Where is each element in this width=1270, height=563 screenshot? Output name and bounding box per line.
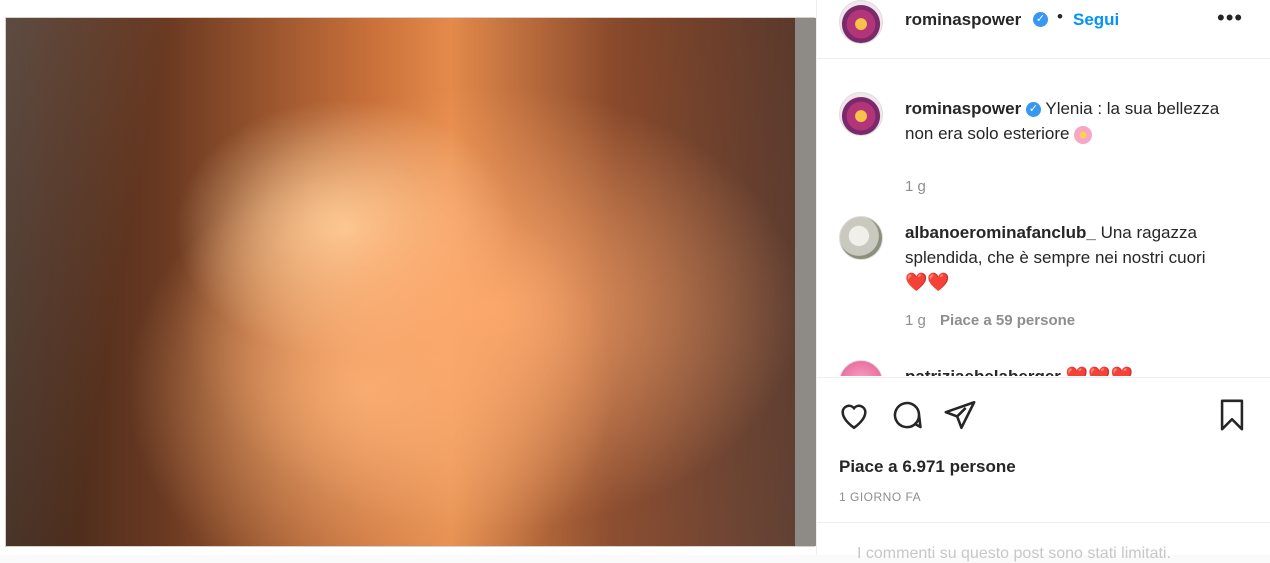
caption: rominaspower ✓ Ylenia : la sua bellezza … — [839, 92, 1259, 195]
post-header: rominaspower ✓ • Segui ••• — [817, 0, 1270, 59]
heart-emoji: ❤️❤️ — [905, 272, 950, 292]
post-image-area — [0, 0, 816, 555]
comment-box-area: I commenti su questo post sono stati lim… — [817, 522, 1270, 562]
caption-avatar[interactable] — [839, 92, 883, 136]
commenter-avatar[interactable] — [839, 360, 883, 376]
commenter-avatar[interactable] — [839, 216, 883, 260]
comments-limited-notice: I commenti su questo post sono stati lim… — [857, 545, 1171, 562]
more-options-icon[interactable]: ••• — [1217, 5, 1243, 31]
author-avatar[interactable] — [839, 0, 883, 44]
comment-item: patriziaebelaberger ❤️❤️❤️ — [839, 360, 1259, 376]
bookmark-icon[interactable] — [1215, 398, 1249, 432]
post-sidebar: rominaspower ✓ • Segui ••• rominaspower … — [816, 0, 1270, 562]
likes-count[interactable]: Piace a 6.971 persone — [839, 457, 1016, 477]
caption-time[interactable]: 1 g — [905, 178, 926, 195]
follow-button[interactable]: Segui — [1073, 10, 1119, 30]
comment-time[interactable]: 1 g — [905, 312, 926, 329]
author-username[interactable]: rominaspower — [905, 10, 1021, 30]
photo-background-edge — [795, 18, 816, 546]
photo-glare — [6, 18, 814, 546]
flower-emoji-icon — [1074, 125, 1093, 144]
commenter-username[interactable]: patriziaebelaberger — [905, 367, 1061, 376]
caption-username[interactable]: rominaspower — [905, 99, 1021, 118]
action-bar — [817, 377, 1270, 458]
heart-icon[interactable] — [837, 398, 871, 432]
verified-badge-icon: ✓ — [1033, 12, 1048, 27]
heart-emoji: ❤️❤️❤️ — [1065, 366, 1133, 376]
commenter-username[interactable]: albanoerominafanclub_ — [905, 223, 1096, 242]
header-separator: • — [1057, 7, 1063, 26]
comment-likes[interactable]: Piace a 59 persone — [940, 312, 1075, 329]
verified-badge-icon: ✓ — [1025, 102, 1041, 118]
comment-icon[interactable] — [890, 398, 924, 432]
share-icon[interactable] — [943, 398, 977, 432]
post-timestamp[interactable]: 1 GIORNO FA — [839, 490, 921, 504]
comment-item: albanoerominafanclub_ Una ragazza splend… — [839, 216, 1259, 336]
comments-list[interactable]: rominaspower ✓ Ylenia : la sua bellezza … — [817, 80, 1270, 376]
